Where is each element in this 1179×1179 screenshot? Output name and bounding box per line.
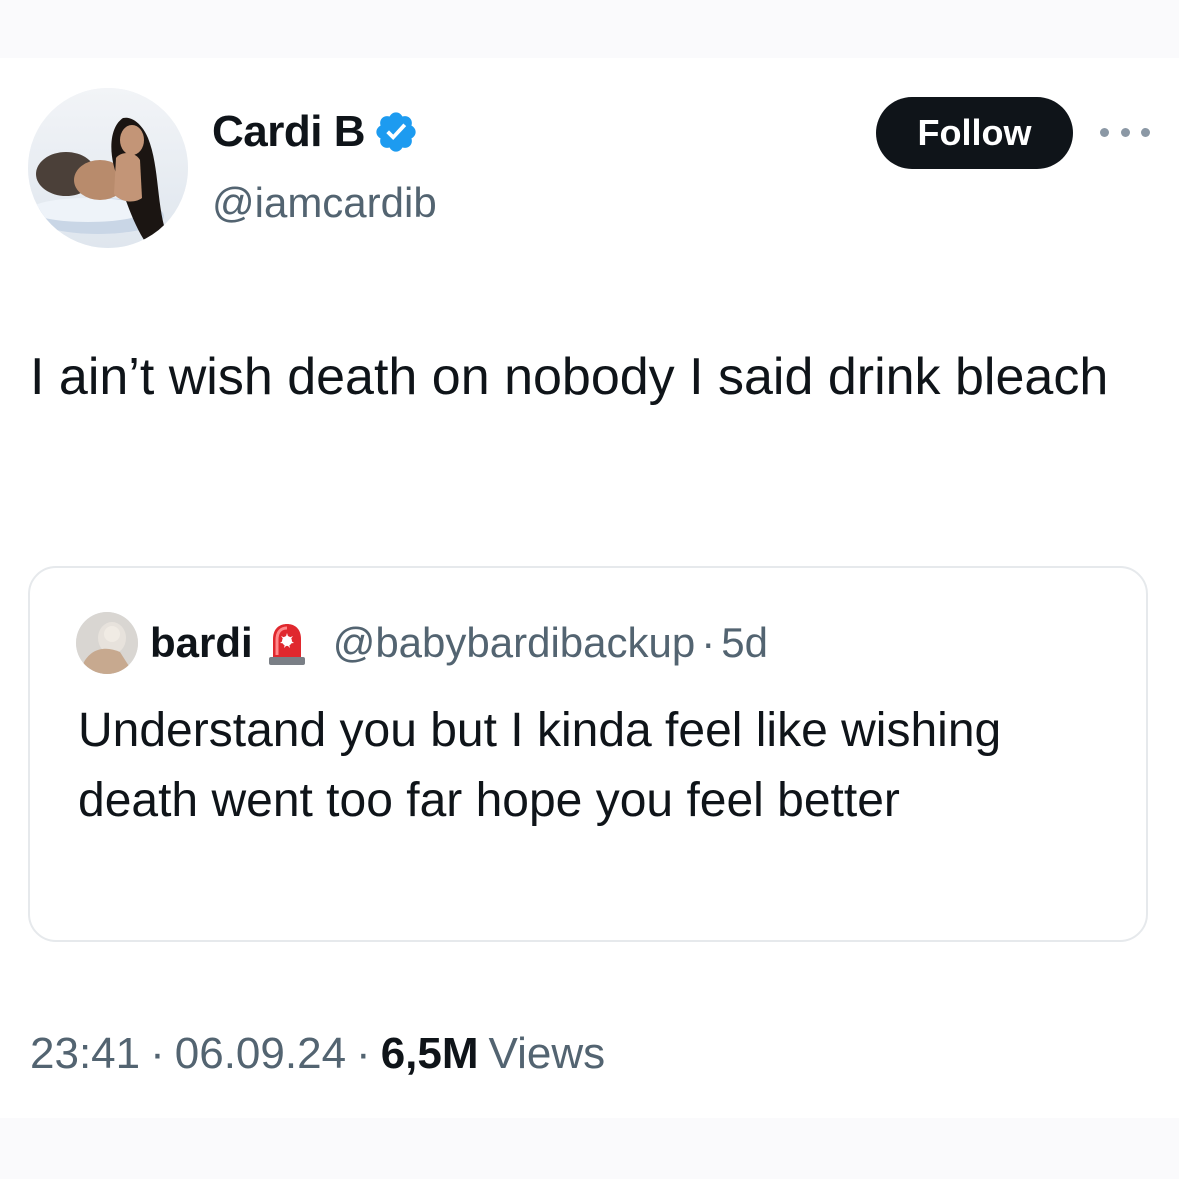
- tweet-time[interactable]: 23:41: [30, 1029, 140, 1078]
- quoted-author-name[interactable]: bardi: [150, 619, 253, 667]
- top-background-band: [0, 0, 1179, 58]
- police-siren-icon: [268, 624, 305, 665]
- verified-badge-icon: [376, 112, 416, 152]
- meta-separator: ·: [150, 1029, 165, 1078]
- tweet-date[interactable]: 06.09.24: [175, 1029, 346, 1078]
- tweet-meta: 23:41 · 06.09.24 · 6,5M Views: [30, 1024, 605, 1084]
- quoted-author-avatar[interactable]: [76, 612, 138, 674]
- quoted-avatar-image: [76, 612, 138, 674]
- quoted-tweet-header: bardi @babybardibackup · 5d: [76, 612, 768, 674]
- quoted-tweet-card[interactable]: bardi @babybardibackup · 5d Understand y…: [28, 566, 1148, 942]
- quoted-separator: ·: [701, 619, 716, 666]
- views-label[interactable]: Views: [489, 1029, 606, 1078]
- meta-separator: ·: [356, 1029, 371, 1078]
- follow-button[interactable]: Follow: [876, 97, 1073, 169]
- more-options-icon[interactable]: [1100, 120, 1150, 144]
- author-avatar-image: [28, 88, 188, 248]
- author-handle[interactable]: @iamcardib: [212, 176, 437, 230]
- more-dot: [1141, 127, 1150, 137]
- quoted-tweet-text: Understand you but I kinda feel like wis…: [78, 704, 1002, 827]
- views-count: 6,5M: [380, 1029, 479, 1078]
- author-display-name-row[interactable]: Cardi B: [212, 104, 419, 160]
- quoted-author-handle[interactable]: @babybardibackup: [333, 619, 696, 667]
- more-dot: [1100, 127, 1109, 137]
- more-dot: [1120, 127, 1130, 137]
- quoted-timestamp[interactable]: 5d: [721, 619, 768, 667]
- tweet-text: I ain’t wish death on nobody I said drin…: [30, 348, 1109, 406]
- author-display-name[interactable]: Cardi B: [212, 104, 365, 160]
- tweet-page: Cardi B @iamcardib Follow I ain’t wish d…: [0, 0, 1179, 1179]
- author-avatar[interactable]: [28, 88, 188, 248]
- bottom-background-band: [0, 1118, 1179, 1179]
